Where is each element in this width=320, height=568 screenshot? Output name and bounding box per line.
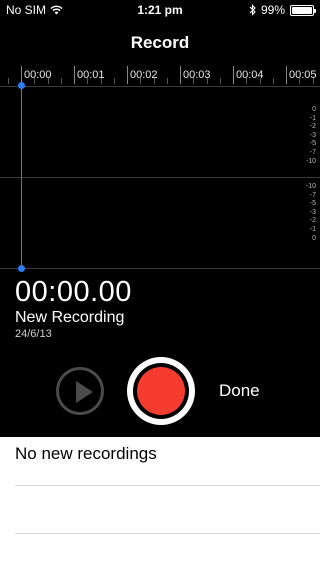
db-label: -1 (309, 225, 316, 233)
timeline-minor-tick (219, 78, 221, 84)
timeline-major-tick (127, 66, 128, 84)
timeline-major-tick (180, 66, 181, 84)
waveform-area[interactable]: 0 -1 -2 -3 -5 -7 -10 -10 -7 -5 -3 -2 -1 0 (0, 87, 320, 269)
timeline-major-tick (233, 66, 234, 84)
timeline-minor-tick (272, 78, 274, 84)
timeline-minor-tick (299, 78, 301, 84)
db-label: -10 (305, 157, 316, 165)
battery-icon (290, 4, 316, 16)
db-label: -5 (309, 200, 316, 208)
db-scale-lower: -10 -7 -5 -3 -2 -1 0 (296, 183, 316, 243)
page-title: Record (130, 33, 190, 52)
empty-list-label: No new recordings (15, 444, 157, 463)
status-right: 99% (249, 3, 316, 17)
record-icon (137, 367, 185, 415)
playhead[interactable] (21, 85, 22, 269)
list-separator (15, 533, 320, 534)
db-label: -7 (309, 148, 316, 156)
timeline-minor-tick (259, 78, 261, 84)
play-icon (76, 381, 93, 403)
playhead-bottom-handle[interactable] (18, 265, 25, 272)
timeline-minor-tick (153, 78, 155, 84)
record-button-ring (133, 363, 189, 419)
timeline-minor-tick (87, 78, 89, 84)
recording-name: New Recording (15, 309, 125, 326)
done-button[interactable]: Done (219, 381, 260, 401)
playhead-top-handle[interactable] (18, 82, 25, 89)
record-button[interactable] (127, 357, 195, 425)
timeline-major-tick (74, 66, 75, 84)
db-label: -10 (305, 183, 316, 190)
timeline-major-tick (286, 66, 287, 84)
battery-percent: 99% (260, 3, 285, 17)
timeline-minor-tick (193, 78, 195, 84)
timeline-minor-tick (140, 78, 142, 84)
bluetooth-icon (249, 4, 256, 16)
list-separator (15, 485, 320, 486)
db-label: -5 (309, 140, 316, 148)
db-label: -1 (309, 114, 316, 122)
timeline-minor-tick (166, 78, 168, 84)
waveform-bottom-line (0, 268, 320, 269)
db-label: -2 (309, 123, 316, 131)
timeline-minor-tick (312, 78, 314, 84)
timeline-ruler[interactable]: 00:00 00:01 00:02 00:03 00:04 00:05 (0, 66, 320, 86)
timeline-minor-tick (7, 78, 9, 84)
battery-fill (292, 6, 312, 14)
db-label: -3 (309, 208, 316, 216)
db-label: -2 (309, 217, 316, 225)
recorder-panel: No SIM 1:21 pm 99% Record 00:00 00:01 00… (0, 0, 320, 437)
db-label: -7 (309, 191, 316, 199)
timeline-minor-tick (60, 78, 62, 84)
timeline-minor-tick (34, 78, 36, 84)
recording-timer: 00:00.00 (15, 276, 132, 308)
timeline-minor-tick (206, 78, 208, 84)
timeline-minor-tick (47, 78, 49, 84)
status-bar: No SIM 1:21 pm 99% (0, 0, 320, 20)
recording-date: 24/6/13 (15, 328, 52, 340)
timeline-minor-tick (113, 78, 115, 84)
db-label: -3 (309, 131, 316, 139)
timeline-minor-tick (100, 78, 102, 84)
play-button[interactable] (56, 367, 104, 415)
timeline-minor-tick (246, 78, 248, 84)
db-scale-upper: 0 -1 -2 -3 -5 -7 -10 (296, 106, 316, 166)
db-label: 0 (312, 106, 316, 113)
waveform-center-line (0, 177, 320, 178)
db-label: 0 (312, 234, 316, 242)
